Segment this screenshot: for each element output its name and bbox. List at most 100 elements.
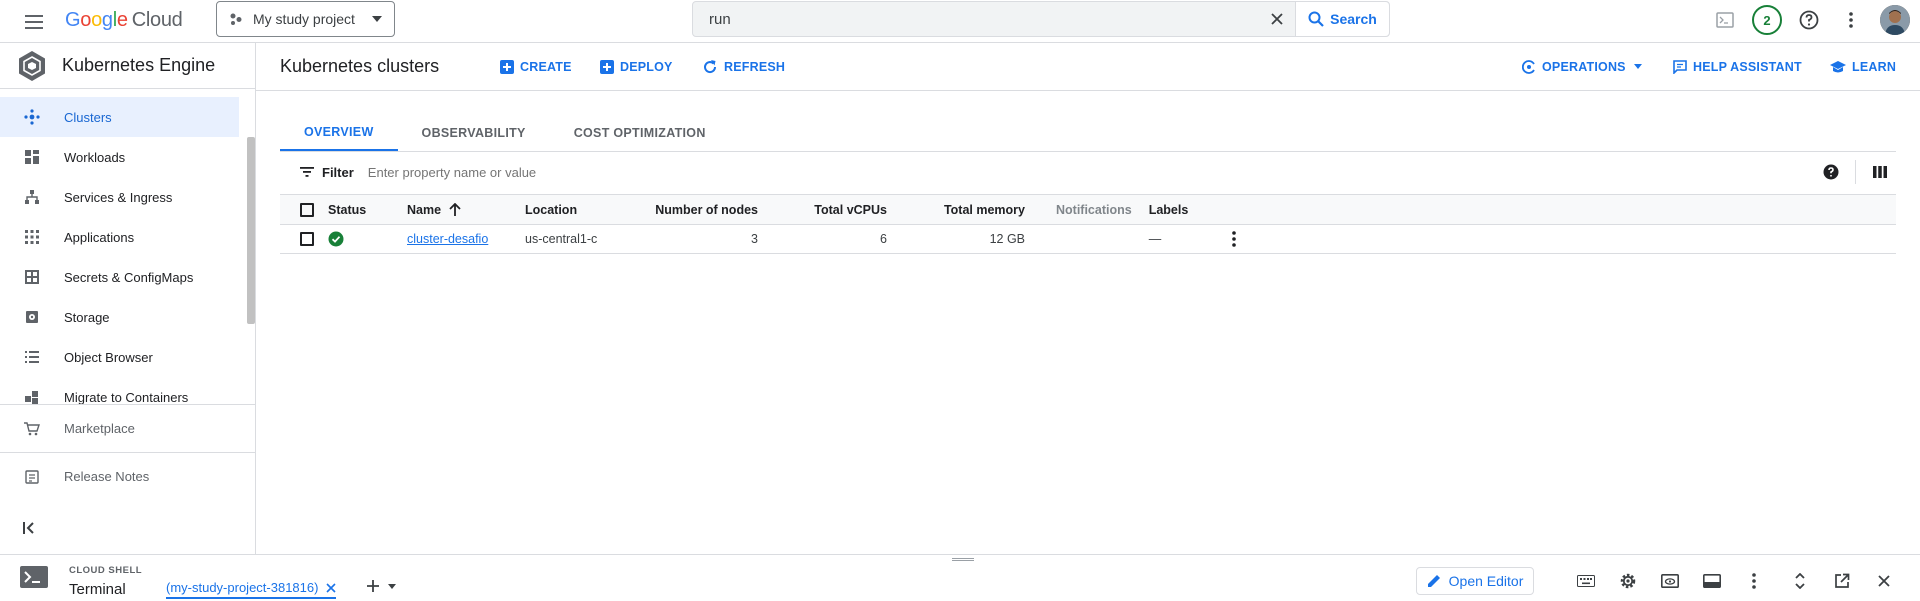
sidebar-item-secrets-configmaps[interactable]: Secrets & ConfigMaps — [0, 257, 255, 297]
resize-handle[interactable] — [952, 558, 974, 561]
open-editor-label: Open Editor — [1448, 573, 1524, 589]
header-nodes[interactable]: Number of nodes — [643, 194, 758, 225]
search-button-label: Search — [1330, 11, 1377, 27]
cloud-shell-panel: CLOUD SHELL Terminal (my-study-project-3… — [0, 554, 1920, 601]
storage-icon — [26, 311, 38, 323]
filter-input[interactable] — [367, 164, 768, 180]
select-all-checkbox[interactable] — [300, 202, 314, 217]
cloud-shell-button[interactable] — [1709, 4, 1741, 36]
help-button[interactable] — [1793, 4, 1825, 36]
header-location[interactable]: Location — [525, 194, 643, 225]
header-name[interactable]: Name — [407, 194, 525, 225]
sidebar-scrollbar[interactable] — [247, 137, 255, 324]
keyboard-button[interactable] — [1570, 565, 1602, 597]
keyboard-icon — [1577, 575, 1595, 587]
add-box-icon — [600, 59, 614, 74]
object-browser-icon — [25, 351, 39, 363]
sidebar-item-marketplace[interactable]: Marketplace — [0, 405, 255, 452]
secrets-icon — [25, 270, 39, 284]
search-button[interactable]: Search — [1295, 2, 1389, 36]
header-memory[interactable]: Total memory — [887, 194, 1025, 225]
sidebar-item-migrate-to-containers[interactable]: Migrate to Containers — [0, 377, 255, 404]
sidebar-item-label: Applications — [64, 229, 135, 245]
notifications-button[interactable]: 2 — [1751, 4, 1783, 36]
sidebar-item-clusters[interactable]: Clusters — [0, 97, 239, 137]
apps-icon — [25, 230, 39, 244]
table-header-row: Status Name Location Number of nodes Tot… — [280, 194, 1896, 225]
terminal-icon — [1716, 12, 1734, 28]
row-checkbox[interactable] — [300, 232, 314, 246]
kubernetes-engine-icon — [19, 50, 45, 81]
sidebar-item-label: Marketplace — [64, 421, 135, 436]
vcpus-cell: 6 — [758, 224, 887, 254]
sidebar-item-label: Services & Ingress — [64, 189, 173, 205]
sidebar-item-label: Migrate to Containers — [64, 389, 189, 405]
search-input[interactable] — [693, 2, 1259, 36]
add-terminal-button[interactable] — [366, 579, 396, 593]
clusters-icon — [24, 109, 40, 125]
settings-button[interactable] — [1612, 565, 1644, 597]
main-menu-button[interactable] — [20, 8, 48, 36]
tab-cost-optimization[interactable]: COST OPTIMIZATION — [550, 115, 730, 151]
migrate-icon — [25, 391, 38, 404]
web-preview-button[interactable] — [1654, 565, 1686, 597]
close-tab-icon[interactable] — [326, 582, 337, 593]
collapse-sidebar-button[interactable] — [22, 522, 36, 534]
clear-search-button[interactable] — [1259, 2, 1295, 36]
open-editor-button[interactable]: Open Editor — [1416, 567, 1534, 595]
open-new-window-button[interactable] — [1826, 565, 1858, 597]
operations-icon — [1522, 59, 1535, 74]
add-box-icon — [500, 59, 514, 74]
more-options-button[interactable] — [1835, 4, 1867, 36]
terminal-tab[interactable]: (my-study-project-381816) — [166, 580, 337, 599]
sidebar-nav: Clusters Workloads Services & Ingress Ap… — [0, 89, 255, 404]
services-icon — [25, 190, 39, 204]
search-bar: Search — [692, 1, 1390, 37]
layout-button[interactable] — [1696, 565, 1728, 597]
cluster-name-link[interactable]: cluster-desafio — [407, 232, 488, 246]
divider — [1855, 160, 1856, 184]
expand-shell-button[interactable] — [1784, 565, 1816, 597]
filter-help-button[interactable] — [1815, 157, 1847, 187]
row-actions-button[interactable] — [1222, 227, 1246, 251]
caret-down-icon — [1633, 64, 1642, 69]
sidebar-item-services-ingress[interactable]: Services & Ingress — [0, 177, 255, 217]
tab-observability[interactable]: OBSERVABILITY — [398, 115, 550, 151]
sidebar-item-storage[interactable]: Storage — [0, 297, 255, 337]
project-selector[interactable]: My study project — [216, 1, 395, 37]
header-status[interactable]: Status — [328, 194, 407, 225]
header-vcpus[interactable]: Total vCPUs — [758, 194, 887, 225]
deploy-button[interactable]: DEPLOY — [600, 59, 673, 74]
school-icon — [1830, 60, 1846, 72]
sidebar-item-object-browser[interactable]: Object Browser — [0, 337, 255, 377]
avatar[interactable] — [1880, 5, 1910, 35]
clusters-table: Status Name Location Number of nodes Tot… — [280, 194, 1896, 254]
create-label: CREATE — [520, 59, 572, 74]
operations-button[interactable]: OPERATIONS — [1522, 60, 1642, 74]
chat-icon — [1673, 59, 1687, 74]
close-shell-button[interactable] — [1868, 565, 1900, 597]
tab-overview[interactable]: OVERVIEW — [280, 115, 398, 151]
user-avatar-icon — [1880, 5, 1910, 35]
google-cloud-logo[interactable]: Google Cloud — [65, 9, 183, 32]
column-display-button[interactable] — [1864, 157, 1896, 187]
refresh-button[interactable]: REFRESH — [702, 59, 785, 75]
sidebar-item-release-notes[interactable]: Release Notes — [0, 452, 255, 500]
filter-button[interactable]: Filter — [300, 165, 354, 180]
project-icon — [230, 13, 242, 25]
learn-button[interactable]: LEARN — [1830, 60, 1896, 74]
create-button[interactable]: CREATE — [500, 59, 572, 74]
learn-label: LEARN — [1852, 59, 1897, 74]
sidebar-item-label: Release Notes — [64, 469, 150, 484]
labels-cell: — — [1131, 224, 1229, 254]
sidebar-item-workloads[interactable]: Workloads — [0, 137, 255, 177]
logo-letter: o — [80, 9, 92, 31]
memory-cell: 12 GB — [887, 224, 1025, 254]
unfold-icon — [1795, 573, 1805, 589]
more-vert-icon — [1849, 12, 1853, 28]
shell-more-button[interactable] — [1738, 565, 1770, 597]
header-labels[interactable]: Labels — [1131, 194, 1229, 225]
help-assistant-button[interactable]: HELP ASSISTANT — [1673, 60, 1802, 74]
logo-letter: o — [91, 9, 102, 31]
sidebar-item-applications[interactable]: Applications — [0, 217, 255, 257]
